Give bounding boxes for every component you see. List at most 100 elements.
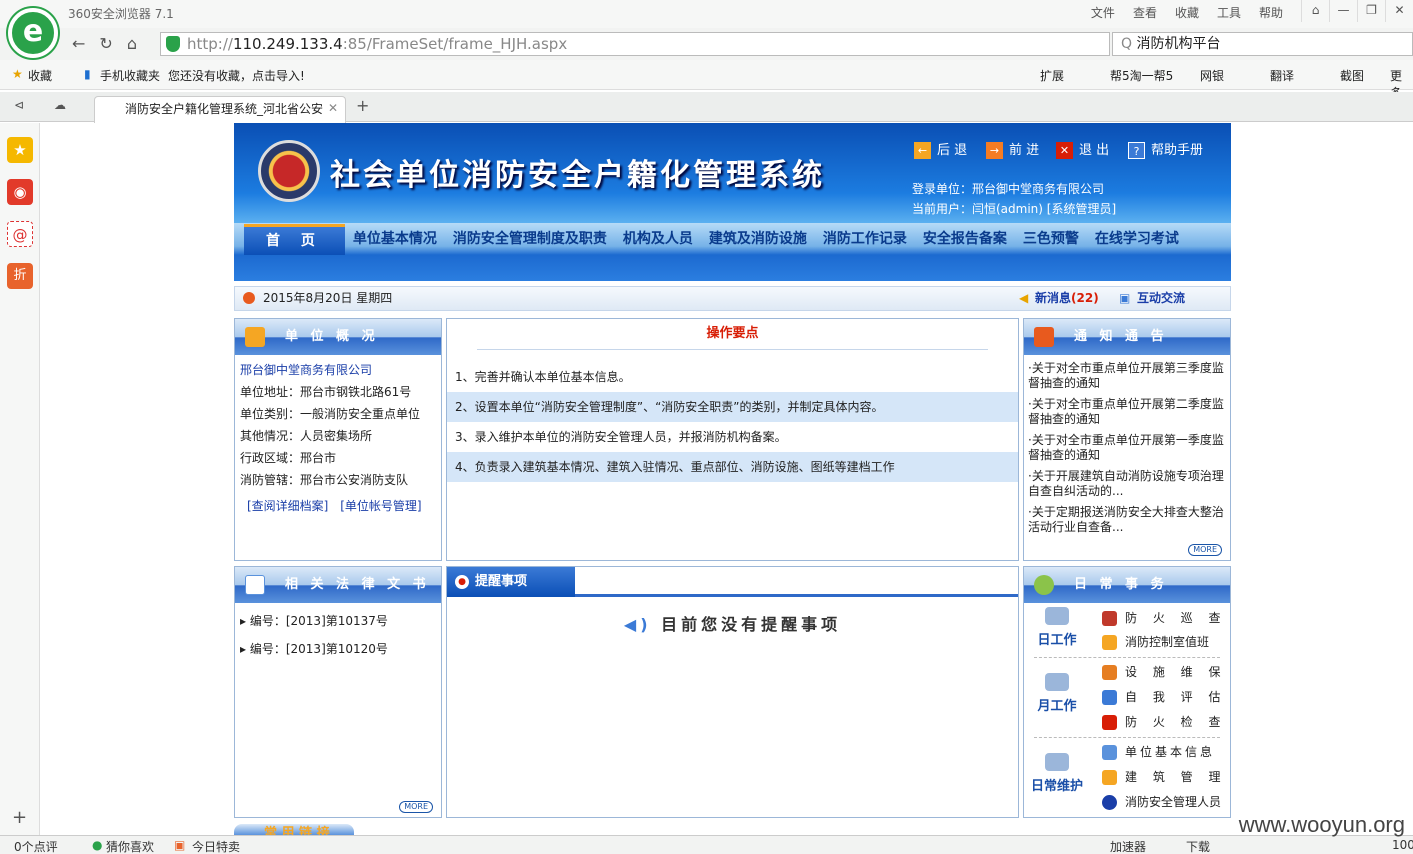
nav-safety-rules[interactable]: 消防安全管理制度及职责 xyxy=(445,225,615,253)
guess-like-link[interactable]: 猜你喜欢 xyxy=(106,838,154,854)
notice-link[interactable]: ·关于对全市重点单位开展第一季度监督抽查的通知 xyxy=(1024,433,1230,469)
nav-buildings[interactable]: 建筑及消防设施 xyxy=(701,225,815,253)
translate-button[interactable]: 翻译 xyxy=(1270,67,1294,84)
facility-maintenance-link[interactable]: 设 施 维 保 xyxy=(1102,663,1226,680)
building-manage-link[interactable]: 建 筑 管 理 xyxy=(1102,768,1226,785)
discount-icon[interactable]: 折 xyxy=(7,263,33,289)
accelerator-button[interactable]: 加速器 xyxy=(1110,838,1146,854)
menu-file[interactable]: 文件 xyxy=(1091,4,1115,21)
nav-online-exam[interactable]: 在线学习考试 xyxy=(1087,225,1187,253)
menu-help[interactable]: 帮助 xyxy=(1259,4,1283,21)
fire-inspection-link[interactable]: 防 火 检 查 xyxy=(1102,713,1226,730)
clock-icon xyxy=(243,292,255,304)
screenshot-button[interactable]: 截图 xyxy=(1340,67,1364,84)
nav-org-staff[interactable]: 机构及人员 xyxy=(615,225,701,253)
unit-category: 单位类别：一般消防安全重点单位 xyxy=(240,407,421,421)
weibo-icon[interactable]: ◉ xyxy=(7,179,33,205)
account-manage-link[interactable]: [单位帐号管理] xyxy=(340,499,421,513)
monthly-work-group[interactable]: 月工作 xyxy=(1028,673,1086,714)
tips-panel: 操作要点 1、完善并确认本单位基本信息。 2、设置本单位“消防安全管理制度”、“… xyxy=(446,318,1019,561)
tip-item: 4、负责录入建筑基本情况、建筑入驻情况、重点部位、消防设施、图纸等建档工作 xyxy=(447,452,1018,482)
tab-sidebar-icon[interactable]: ⊲ xyxy=(14,98,24,112)
laws-more-button[interactable]: MORE xyxy=(399,801,433,813)
daily-work-group[interactable]: 日工作 xyxy=(1028,607,1086,648)
tip-item: 3、录入维护本单位的消防安全管理人员，并报消防机构备案。 xyxy=(455,430,787,444)
import-favorites-link[interactable]: 您还没有收藏，点击导入! xyxy=(168,67,305,84)
forward-button[interactable]: → 前 进 xyxy=(986,139,1039,159)
unit-name-link[interactable]: 邢台御中堂商务有限公司 xyxy=(235,359,441,381)
safety-staff-link[interactable]: 消防安全管理人员 xyxy=(1102,793,1221,810)
maximize-button[interactable]: ❐ xyxy=(1357,0,1385,22)
cloud-icon[interactable]: ☁ xyxy=(54,98,66,112)
notice-link[interactable]: ·关于定期报送消防安全大排查大整治活动行业自查备... xyxy=(1024,505,1230,541)
ebank-button[interactable]: 网银 xyxy=(1200,67,1224,84)
refresh-icon[interactable]: ↻ xyxy=(99,34,112,53)
notice-link[interactable]: ·关于对全市重点单位开展第二季度监督抽查的通知 xyxy=(1024,397,1230,433)
favorites-bar: ★ 收藏 ▮ 手机收藏夹 您还没有收藏，点击导入! 扩展 帮5淘一帮5 网银 翻… xyxy=(0,60,1413,100)
unit-other: 其他情况：人员密集场所 xyxy=(240,429,373,443)
mobile-favorites-link[interactable]: 手机收藏夹 xyxy=(100,67,160,84)
new-tab-button[interactable]: + xyxy=(356,96,369,115)
site-title: 社会单位消防安全户籍化管理系统 xyxy=(330,158,825,193)
notices-more-button[interactable]: MORE xyxy=(1188,544,1222,556)
extension-button[interactable]: 扩展 xyxy=(1040,67,1064,84)
unit-overview-header: 单 位 概 况 xyxy=(235,319,441,355)
window-controls: ⌂ — ❐ ✕ xyxy=(1301,0,1413,22)
home-icon[interactable]: ⌂ xyxy=(127,34,137,53)
bang5-button[interactable]: 帮5淘一帮5 xyxy=(1110,67,1173,84)
favorites-button[interactable]: 收藏 xyxy=(28,67,52,84)
fire-patrol-link[interactable]: 防 火 巡 查 xyxy=(1102,609,1226,626)
nav-safety-report[interactable]: 安全报告备案 xyxy=(915,225,1015,253)
gift-icon: ▣ xyxy=(174,838,186,852)
back-button[interactable]: ← 后 退 xyxy=(914,139,967,159)
tab-active[interactable]: 消防安全户籍化管理系统_河北省公安 xyxy=(94,96,346,123)
browser-logo-icon[interactable]: e xyxy=(8,8,58,58)
minimize-button[interactable]: — xyxy=(1329,0,1357,22)
security-shield-icon[interactable] xyxy=(166,36,180,52)
current-date: 2015年8月20日 星期四 xyxy=(263,291,393,305)
daily-sale-link[interactable]: 今日特卖 xyxy=(192,838,240,854)
view-archive-link[interactable]: [查阅详细档案] xyxy=(247,499,328,513)
unit-jurisdiction: 消防管辖：邢台市公安消防支队 xyxy=(240,473,409,487)
reminders-panel: 提醒事项 ● ◀) 目前您没有提醒事项 xyxy=(446,566,1019,818)
unit-info-link[interactable]: 单位基本信息 xyxy=(1102,743,1215,760)
nav-work-records[interactable]: 消防工作记录 xyxy=(815,225,915,253)
logout-button[interactable]: ✕ 退 出 xyxy=(1056,139,1109,159)
new-message-link[interactable]: 新消息(22) xyxy=(1035,287,1099,310)
back-arrow-icon[interactable]: ← xyxy=(72,34,85,53)
phone-icon: ▮ xyxy=(84,67,91,81)
url-input[interactable]: http://110.249.133.4:85/FrameSet/frame_H… xyxy=(160,32,1110,56)
email-icon[interactable]: @ xyxy=(7,221,33,247)
close-button[interactable]: ✕ xyxy=(1385,0,1413,22)
document-icon xyxy=(245,575,265,595)
interact-link[interactable]: 互动交流 xyxy=(1137,287,1185,310)
self-assessment-link[interactable]: 自 我 评 估 xyxy=(1102,688,1226,705)
skin-icon[interactable]: ⌂ xyxy=(1301,0,1329,22)
laws-panel: 相 关 法 律 文 书 ▸ 编号：[2013]第10137号 ▸ 编号：[201… xyxy=(234,566,442,818)
search-input[interactable]: Q 消防机构平台 xyxy=(1112,32,1413,56)
tab-close-icon[interactable]: ✕ xyxy=(328,101,338,115)
menu-view[interactable]: 查看 xyxy=(1133,4,1157,21)
control-room-link[interactable]: 消防控制室值班 xyxy=(1102,633,1209,650)
comments-count[interactable]: 0个点评 xyxy=(14,838,58,854)
law-doc-link[interactable]: ▸ 编号：[2013]第10137号 xyxy=(235,607,441,635)
menu-favorites[interactable]: 收藏 xyxy=(1175,4,1199,21)
nav-items: 首 页 单位基本情况 消防安全管理制度及职责 机构及人员 建筑及消防设施 消防工… xyxy=(244,223,1187,255)
download-button[interactable]: 下载 xyxy=(1186,838,1210,854)
nav-home[interactable]: 首 页 xyxy=(244,223,345,255)
nav-unit-basic[interactable]: 单位基本情况 xyxy=(345,225,445,253)
notice-link[interactable]: ·关于开展建筑自动消防设施专项治理自查自纠活动的... xyxy=(1024,469,1230,505)
notices-header: 通 知 通 告 xyxy=(1024,319,1230,355)
menu-tools[interactable]: 工具 xyxy=(1217,4,1241,21)
routine-maintenance-group[interactable]: 日常维护 xyxy=(1028,753,1086,794)
favorite-star-icon[interactable]: ★ xyxy=(7,137,33,163)
add-sidebar-icon[interactable]: + xyxy=(12,807,27,828)
law-doc-link[interactable]: ▸ 编号：[2013]第10120号 xyxy=(235,635,441,663)
help-manual-button[interactable]: ? 帮助手册 xyxy=(1128,139,1203,159)
reminder-icon: ● xyxy=(455,575,469,589)
watermark-text: www.wooyun.org xyxy=(1238,812,1405,837)
nav-color-warning[interactable]: 三色预警 xyxy=(1015,225,1087,253)
unit-region: 行政区域：邢台市 xyxy=(240,451,337,465)
notice-link[interactable]: ·关于对全市重点单位开展第三季度监督抽查的通知 xyxy=(1024,361,1230,397)
zoom-level[interactable]: 100 xyxy=(1392,838,1413,852)
